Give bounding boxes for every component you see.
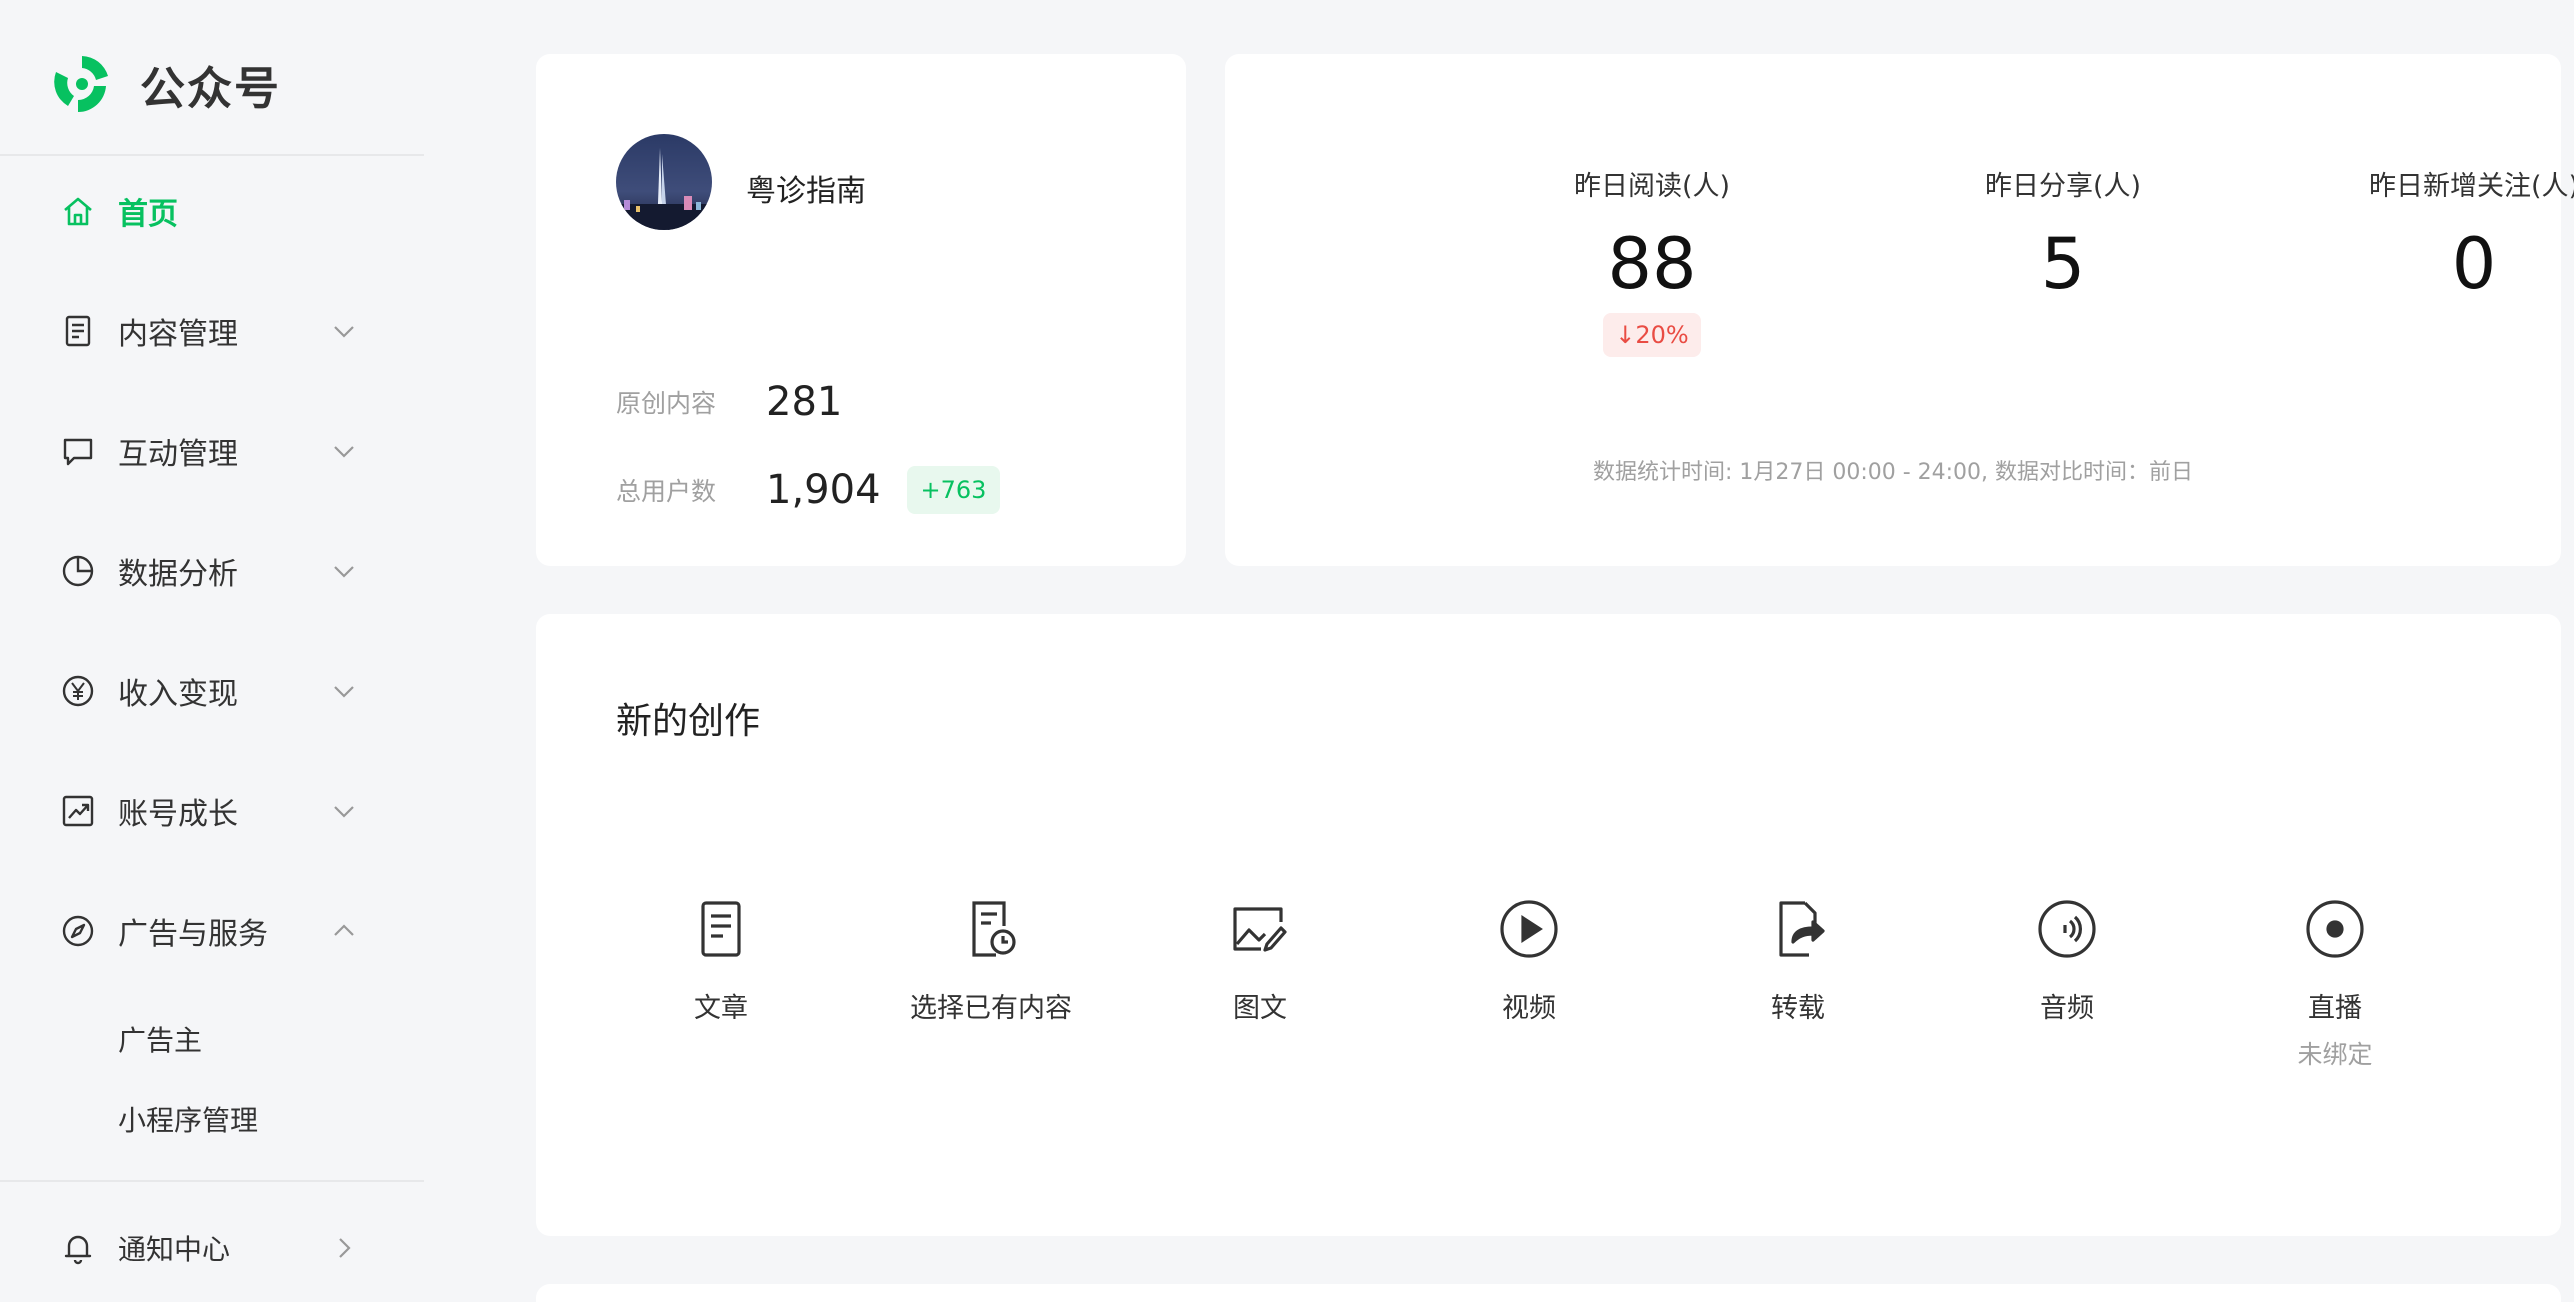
metric-reads[interactable]: 昨日阅读(人) 88 ↓20% [1482, 164, 1822, 357]
home-icon [64, 197, 92, 226]
create-label: 文章 [694, 993, 748, 1024]
sidebar-subitem-advertiser[interactable]: 广告主 [118, 1019, 202, 1059]
metric-value: 0 [2451, 223, 2497, 305]
metric-label: 昨日阅读(人) [1573, 171, 1731, 202]
sidebar-item-label: 数据分析 [118, 557, 238, 592]
trend-icon [62, 795, 94, 827]
metric-label: 昨日分享(人) [1984, 171, 2142, 202]
metric-value: 5 [2040, 223, 2086, 305]
sidebar-subitem-miniprogram[interactable]: 小程序管理 [118, 1099, 258, 1139]
sidebar-divider [0, 154, 424, 156]
chevron-down-icon [334, 686, 354, 698]
video-play-icon [1500, 900, 1558, 958]
chevron-right-icon [339, 1238, 351, 1258]
original-content-row: 原创内容 281 [616, 379, 842, 425]
sidebar-item-label: 首页 [118, 197, 178, 232]
sidebar-item-label: 互动管理 [118, 437, 238, 472]
metric-change-badge: ↓20% [1603, 313, 1701, 357]
new-creation-card: 新的创作 文章 选择已有内容 图文 视频 转载 音频 直播 未绑定 [536, 614, 2561, 1236]
create-label: 直播 [2308, 993, 2362, 1024]
sidebar-item-analytics[interactable]: 数据分析 [0, 531, 424, 611]
chat-icon [63, 438, 93, 466]
create-label: 转载 [1771, 993, 1825, 1024]
section-title: 新的创作 [616, 701, 761, 742]
account-summary-card: 粤诊指南 原创内容 281 总用户数 1,904 +763 [536, 54, 1186, 566]
metric-shares[interactable]: 昨日分享(人) 5 [1893, 164, 2233, 305]
yen-icon [62, 675, 94, 707]
compass-icon [62, 915, 94, 947]
avatar[interactable] [616, 134, 712, 230]
document-icon [65, 315, 91, 347]
sidebar-item-home[interactable]: 首页 [0, 171, 424, 251]
create-label: 图文 [1233, 993, 1287, 1024]
metric-new-followers[interactable]: 昨日新增关注(人) 0 [2304, 164, 2574, 305]
total-users-row: 总用户数 1,904 +763 [616, 466, 1001, 514]
create-repost-button[interactable]: 转载 [1688, 894, 1908, 1025]
stat-label: 原创内容 [616, 389, 717, 418]
sidebar-item-label: 账号成长 [118, 797, 238, 832]
sidebar-item-growth[interactable]: 账号成长 [0, 771, 424, 851]
chevron-down-icon [334, 806, 354, 818]
create-video-button[interactable]: 视频 [1419, 894, 1639, 1025]
account-name: 粤诊指南 [746, 174, 866, 209]
metric-label: 昨日新增关注(人) [2368, 171, 2574, 202]
next-section-card [536, 1284, 2561, 1302]
sidebar-item-label: 内容管理 [118, 317, 238, 352]
brand[interactable]: 公众号 [48, 50, 281, 118]
sidebar-item-content[interactable]: 内容管理 [0, 291, 424, 371]
sidebar-divider [0, 1180, 424, 1182]
sidebar-item-monetization[interactable]: 收入变现 [0, 651, 424, 731]
bell-icon [64, 1235, 92, 1265]
create-audio-button[interactable]: 音频 [1957, 894, 2177, 1025]
metrics-time-note: 数据统计时间: 1月27日 00:00 - 24:00, 数据对比时间：前日 [1592, 460, 2194, 485]
sidebar-item-label: 收入变现 [118, 677, 238, 712]
live-unbound-status: 未绑定 [2297, 1040, 2373, 1069]
sidebar: 公众号 首页 内容管理 互动管理 数据分析 收入变现 账号成长 广告与服务 广告… [0, 0, 424, 1302]
create-existing-content-button[interactable]: 选择已有内容 [881, 894, 1101, 1025]
chevron-up-icon [334, 924, 354, 936]
sidebar-item-label: 通知中心 [118, 1233, 231, 1266]
create-label: 视频 [1502, 993, 1556, 1024]
chevron-down-icon [334, 446, 354, 458]
metric-value: 88 [1607, 223, 1697, 305]
chevron-down-icon [334, 326, 354, 338]
brand-logo-icon [54, 56, 108, 113]
create-label: 音频 [2040, 993, 2094, 1024]
audio-icon [2038, 900, 2096, 958]
users-delta-badge: +763 [906, 466, 1001, 514]
stat-value: 1,904 [766, 467, 881, 513]
create-image-text-button[interactable]: 图文 [1150, 894, 1370, 1025]
create-article-button[interactable]: 文章 [611, 894, 831, 1025]
sidebar-item-ads-services[interactable]: 广告与服务 [0, 891, 424, 971]
live-icon [2306, 900, 2364, 958]
article-icon [701, 901, 741, 957]
stat-value: 281 [766, 379, 843, 425]
yesterday-metrics-card: 昨日阅读(人) 88 ↓20% 昨日分享(人) 5 昨日新增关注(人) 0 数据… [1225, 54, 2574, 566]
existing-content-icon [972, 901, 1016, 957]
sidebar-item-label: 广告与服务 [118, 917, 268, 952]
repost-icon [1779, 901, 1825, 957]
chevron-down-icon [334, 566, 354, 578]
stat-label: 总用户数 [616, 477, 717, 506]
image-text-icon [1233, 907, 1287, 952]
brand-name: 公众号 [140, 61, 282, 115]
create-label: 选择已有内容 [910, 993, 1072, 1024]
sidebar-item-interaction[interactable]: 互动管理 [0, 411, 424, 491]
sidebar-item-notifications[interactable]: 通知中心 [0, 1208, 424, 1288]
create-live-button[interactable]: 直播 未绑定 [2225, 894, 2445, 1071]
pie-chart-icon [62, 555, 94, 587]
